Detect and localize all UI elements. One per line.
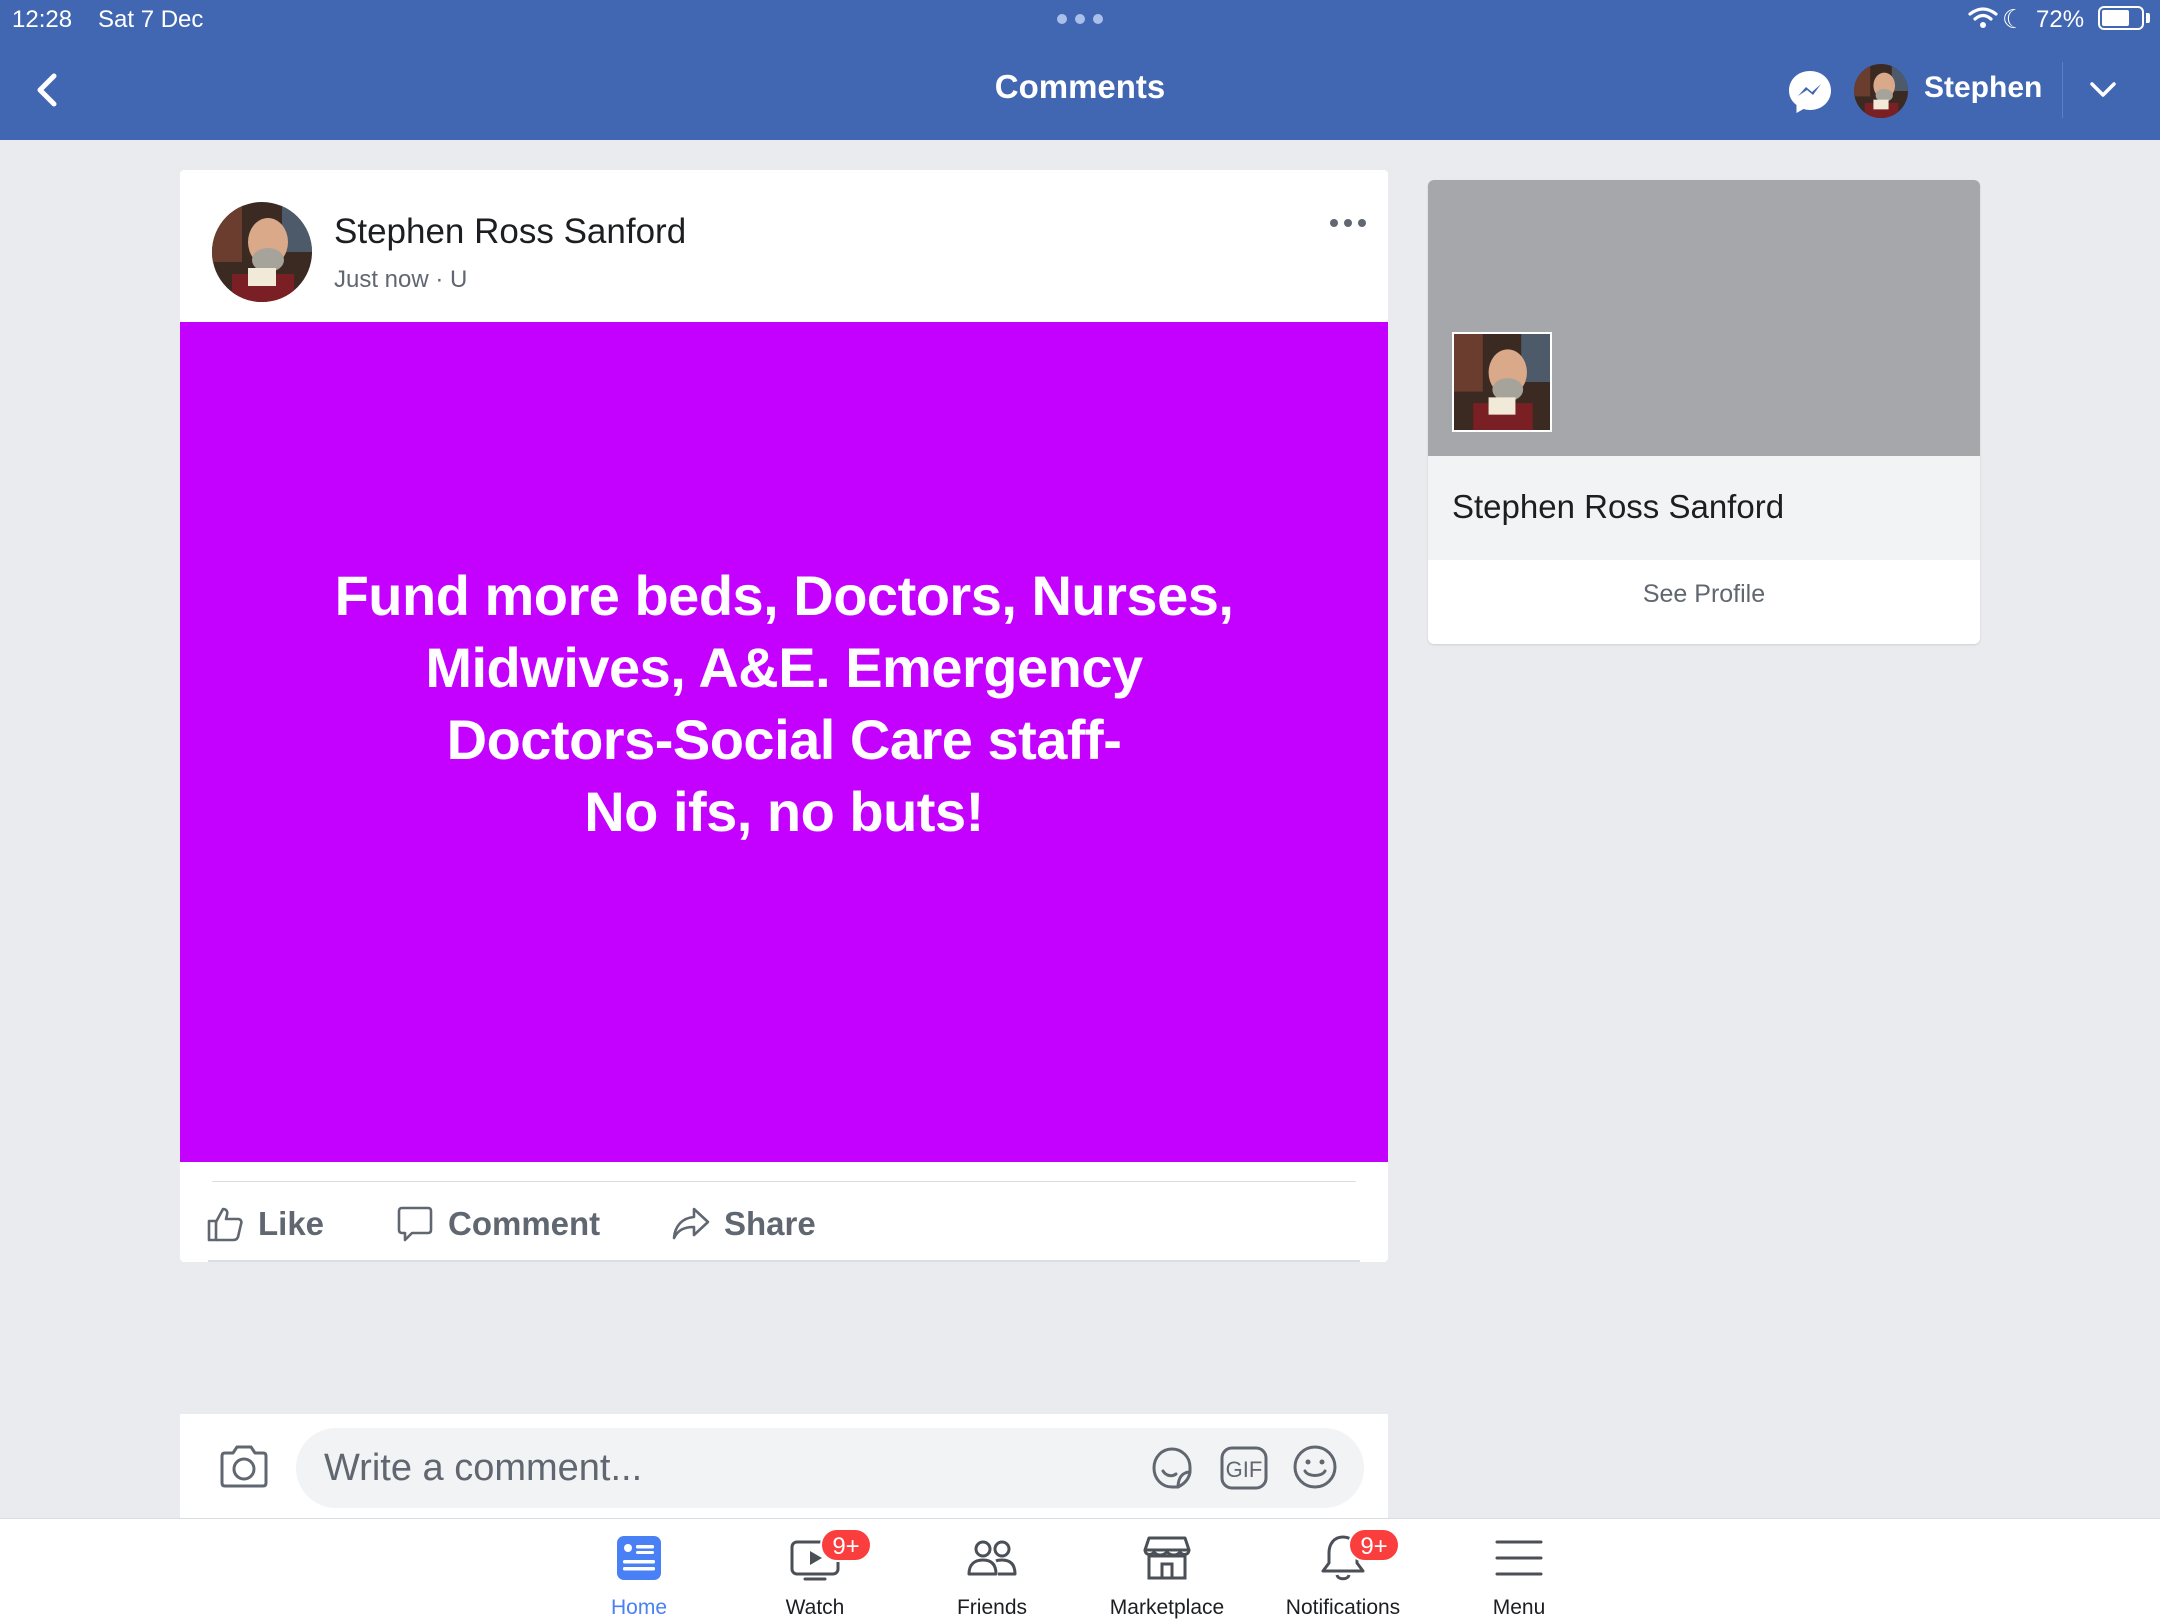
header-username[interactable]: Stephen [1924,71,2042,105]
see-profile-button[interactable]: See Profile [1428,580,1980,609]
home-icon [617,1536,661,1580]
notifications-badge: 9+ [1348,1528,1400,1562]
gif-label: GIF [1226,1457,1263,1482]
battery-cap [2146,13,2150,23]
thumbs-up-icon [207,1207,243,1242]
comment-input[interactable] [296,1428,1364,1508]
actions-divider [212,1181,1356,1182]
do-not-disturb-icon: ☾ [2002,4,2026,34]
battery-percentage: 72% [2036,6,2085,33]
marketplace-icon [1143,1536,1191,1580]
wifi-icon [1968,7,1998,28]
post-text: Fund more beds, Doctors, Nurses, Midwive… [334,564,1234,843]
tab-friends[interactable]: Friends [917,1532,1067,1620]
comment-bubble-icon [397,1206,433,1242]
comment-button[interactable]: Comment [396,1198,600,1250]
share-arrow-icon [672,1207,710,1240]
profile-picture[interactable] [1452,332,1552,432]
gif-button[interactable]: GIF [1220,1446,1268,1490]
chevron-down-icon[interactable] [2086,78,2120,102]
messenger-icon[interactable] [1786,68,1834,116]
tab-menu-label: Menu [1492,1596,1546,1619]
back-button[interactable] [30,70,66,110]
camera-icon[interactable] [218,1442,270,1490]
like-label: Like [258,1205,325,1242]
tab-marketplace-label: Marketplace [1109,1596,1225,1619]
tab-home-label: Home [610,1596,668,1619]
emoji-icon[interactable] [1292,1444,1338,1490]
multitasking-dots-icon[interactable] [1057,14,1103,26]
watch-badge: 9+ [820,1528,872,1562]
page-title: Comments [994,68,1166,105]
battery-icon [2098,6,2144,30]
bottom-tab-bar [0,1518,2160,1620]
post-timestamp: Just now · U [334,266,468,293]
friends-icon [967,1540,1017,1576]
profile-name[interactable]: Stephen Ross Sanford [1452,488,1784,526]
tab-watch-label: Watch [785,1596,845,1619]
tab-marketplace[interactable]: Marketplace [1092,1532,1242,1620]
battery-fill [2102,10,2130,26]
status-date: Sat 7 Dec [98,6,204,33]
tab-friends-label: Friends [956,1596,1028,1619]
share-button[interactable]: Share [672,1198,816,1250]
comment-label: Comment [448,1205,601,1242]
tab-home[interactable]: Home [564,1532,714,1620]
header-divider [2062,62,2063,118]
tab-notifications-label: Notifications [1285,1596,1401,1619]
sticker-icon[interactable] [1148,1444,1196,1492]
post-author-name[interactable]: Stephen Ross Sanford [334,212,686,252]
post-card-bottom-border [208,1260,1360,1262]
user-avatar[interactable] [1854,64,1908,118]
share-label: Share [724,1205,816,1242]
menu-icon [1495,1540,1543,1576]
tab-menu[interactable]: Menu [1444,1532,1594,1620]
author-avatar[interactable] [212,202,312,302]
status-time: 12:28 [12,6,73,33]
like-button[interactable]: Like [206,1198,324,1250]
post-more-options-icon[interactable] [1330,216,1366,230]
